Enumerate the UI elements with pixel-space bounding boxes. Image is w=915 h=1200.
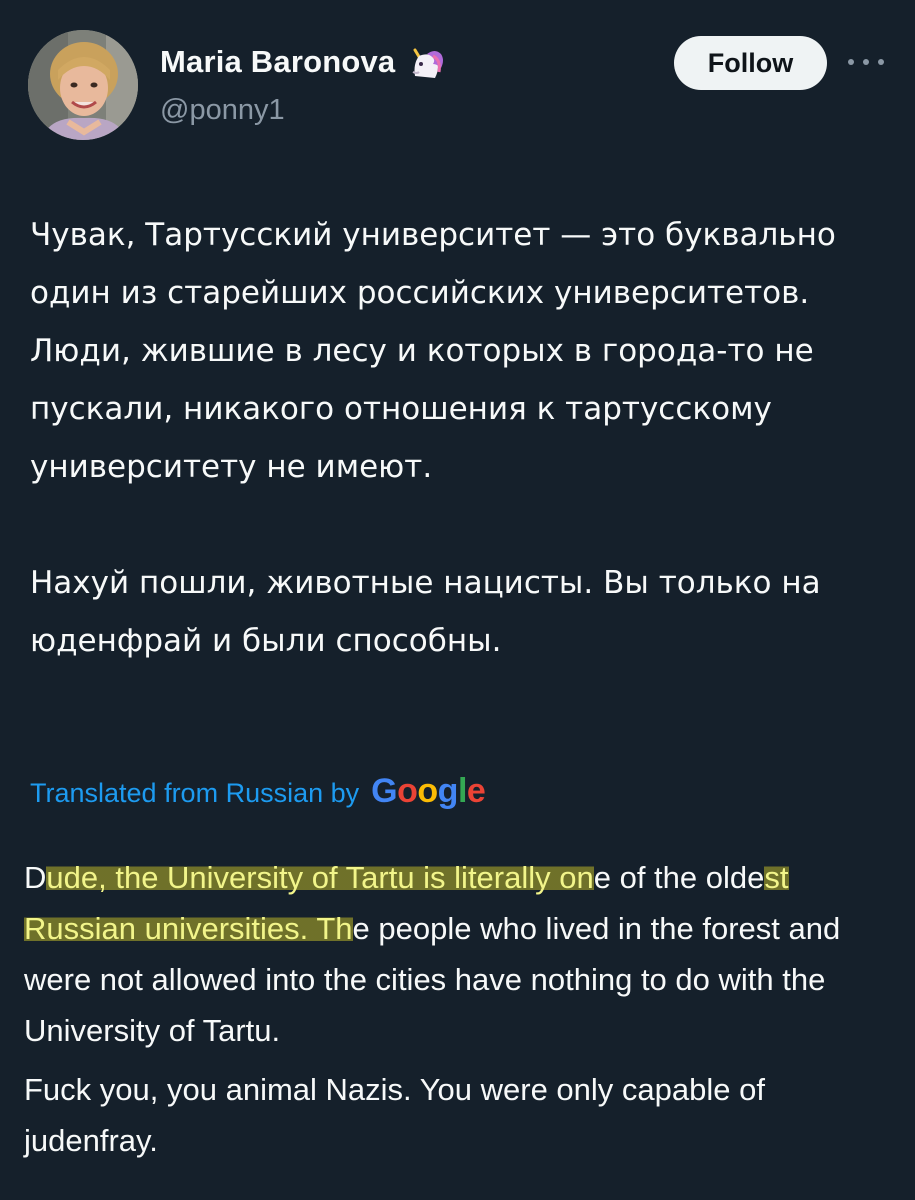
more-dot: [863, 59, 869, 65]
author-name-row[interactable]: Maria Baronova: [160, 42, 449, 82]
follow-button[interactable]: Follow: [674, 36, 827, 90]
more-dot: [848, 59, 854, 65]
author-handle[interactable]: @ponny1: [160, 94, 285, 127]
unicorn-emoji-icon: [412, 48, 444, 78]
more-horizontal-icon[interactable]: [848, 50, 884, 74]
highlighted-text: ude, the University of Tartu is literall…: [46, 860, 594, 895]
translation-text: e of the olde: [593, 860, 765, 895]
more-dot: [878, 59, 884, 65]
translation-attribution[interactable]: Translated from Russian by Google: [30, 772, 486, 811]
avatar[interactable]: [28, 30, 138, 140]
translation-text: D: [24, 860, 47, 895]
translation-paragraph: Fuck you, you animal Nazis. You were onl…: [24, 1072, 765, 1158]
tweet-original-text: Чувак, Тартусский университет — это букв…: [30, 206, 900, 670]
avatar-image: [28, 30, 138, 140]
translated-from-label[interactable]: Translated from Russian by: [30, 778, 359, 809]
translation-paragraph: Dude, the University of Tartu is literal…: [24, 852, 904, 1056]
original-paragraph: Нахуй пошли, животные нацисты. Вы только…: [30, 565, 821, 659]
google-logo: Google: [371, 772, 486, 810]
tweet-translation: Dude, the University of Tartu is literal…: [24, 852, 904, 1166]
author-display-name[interactable]: Maria Baronova: [160, 44, 395, 80]
original-paragraph: Чувак, Тартусский университет — это букв…: [30, 217, 836, 485]
